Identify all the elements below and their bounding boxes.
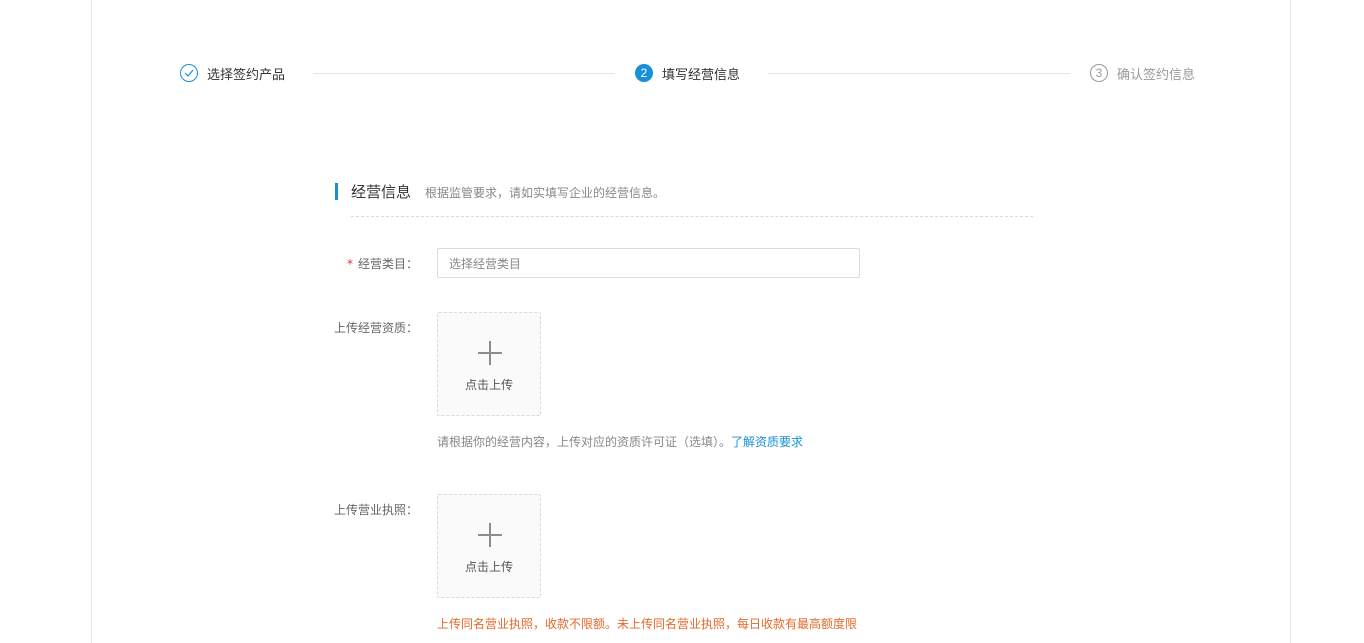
step-select-product: 选择签约产品	[180, 62, 285, 84]
plus-icon	[478, 523, 502, 547]
step-connector	[768, 73, 1070, 74]
check-icon	[180, 64, 198, 82]
progress-steps: 选择签约产品 2 填写经营信息 3 确认签约信息	[92, 62, 1290, 86]
step-connector	[313, 73, 615, 74]
section-divider	[351, 216, 1033, 217]
step-number: 3	[1090, 64, 1108, 82]
license-warning: 上传同名营业执照，收款不限额。未上传同名营业执照，每日收款有最高额度限	[437, 617, 858, 631]
category-select[interactable]: 选择经营类目	[437, 248, 860, 278]
upload-text: 点击上传	[464, 560, 513, 574]
license-label: 上传营业执照：	[333, 503, 418, 517]
step-label: 填写经营信息	[662, 67, 741, 83]
step-fill-business-info: 2 填写经营信息	[635, 62, 740, 84]
section-title: 经营信息	[351, 183, 412, 201]
step-label: 选择签约产品	[207, 67, 286, 83]
main-panel: 选择签约产品 2 填写经营信息 3 确认签约信息 经营信息 根据监管要求，请如实…	[91, 0, 1291, 643]
category-label: * 经营类目：	[346, 257, 418, 271]
section-accent-bar	[335, 183, 338, 200]
qualification-requirements-link[interactable]: 了解资质要求	[731, 435, 803, 449]
upload-text: 点击上传	[464, 378, 513, 392]
qualification-hint: 请根据你的经营内容，上传对应的资质许可证（选填）。了解资质要求	[437, 435, 804, 449]
qualification-label: 上传经营资质：	[333, 321, 418, 335]
step-number: 2	[635, 64, 653, 82]
category-placeholder: 选择经营类目	[449, 256, 522, 271]
step-label: 确认签约信息	[1117, 67, 1196, 83]
step-confirm-info: 3 确认签约信息	[1090, 62, 1195, 84]
section-description: 根据监管要求，请如实填写企业的经营信息。	[425, 186, 666, 200]
required-mark: *	[346, 257, 353, 271]
plus-icon	[478, 341, 502, 365]
license-upload-button[interactable]: 点击上传	[437, 494, 541, 598]
qualification-upload-button[interactable]: 点击上传	[437, 312, 541, 416]
